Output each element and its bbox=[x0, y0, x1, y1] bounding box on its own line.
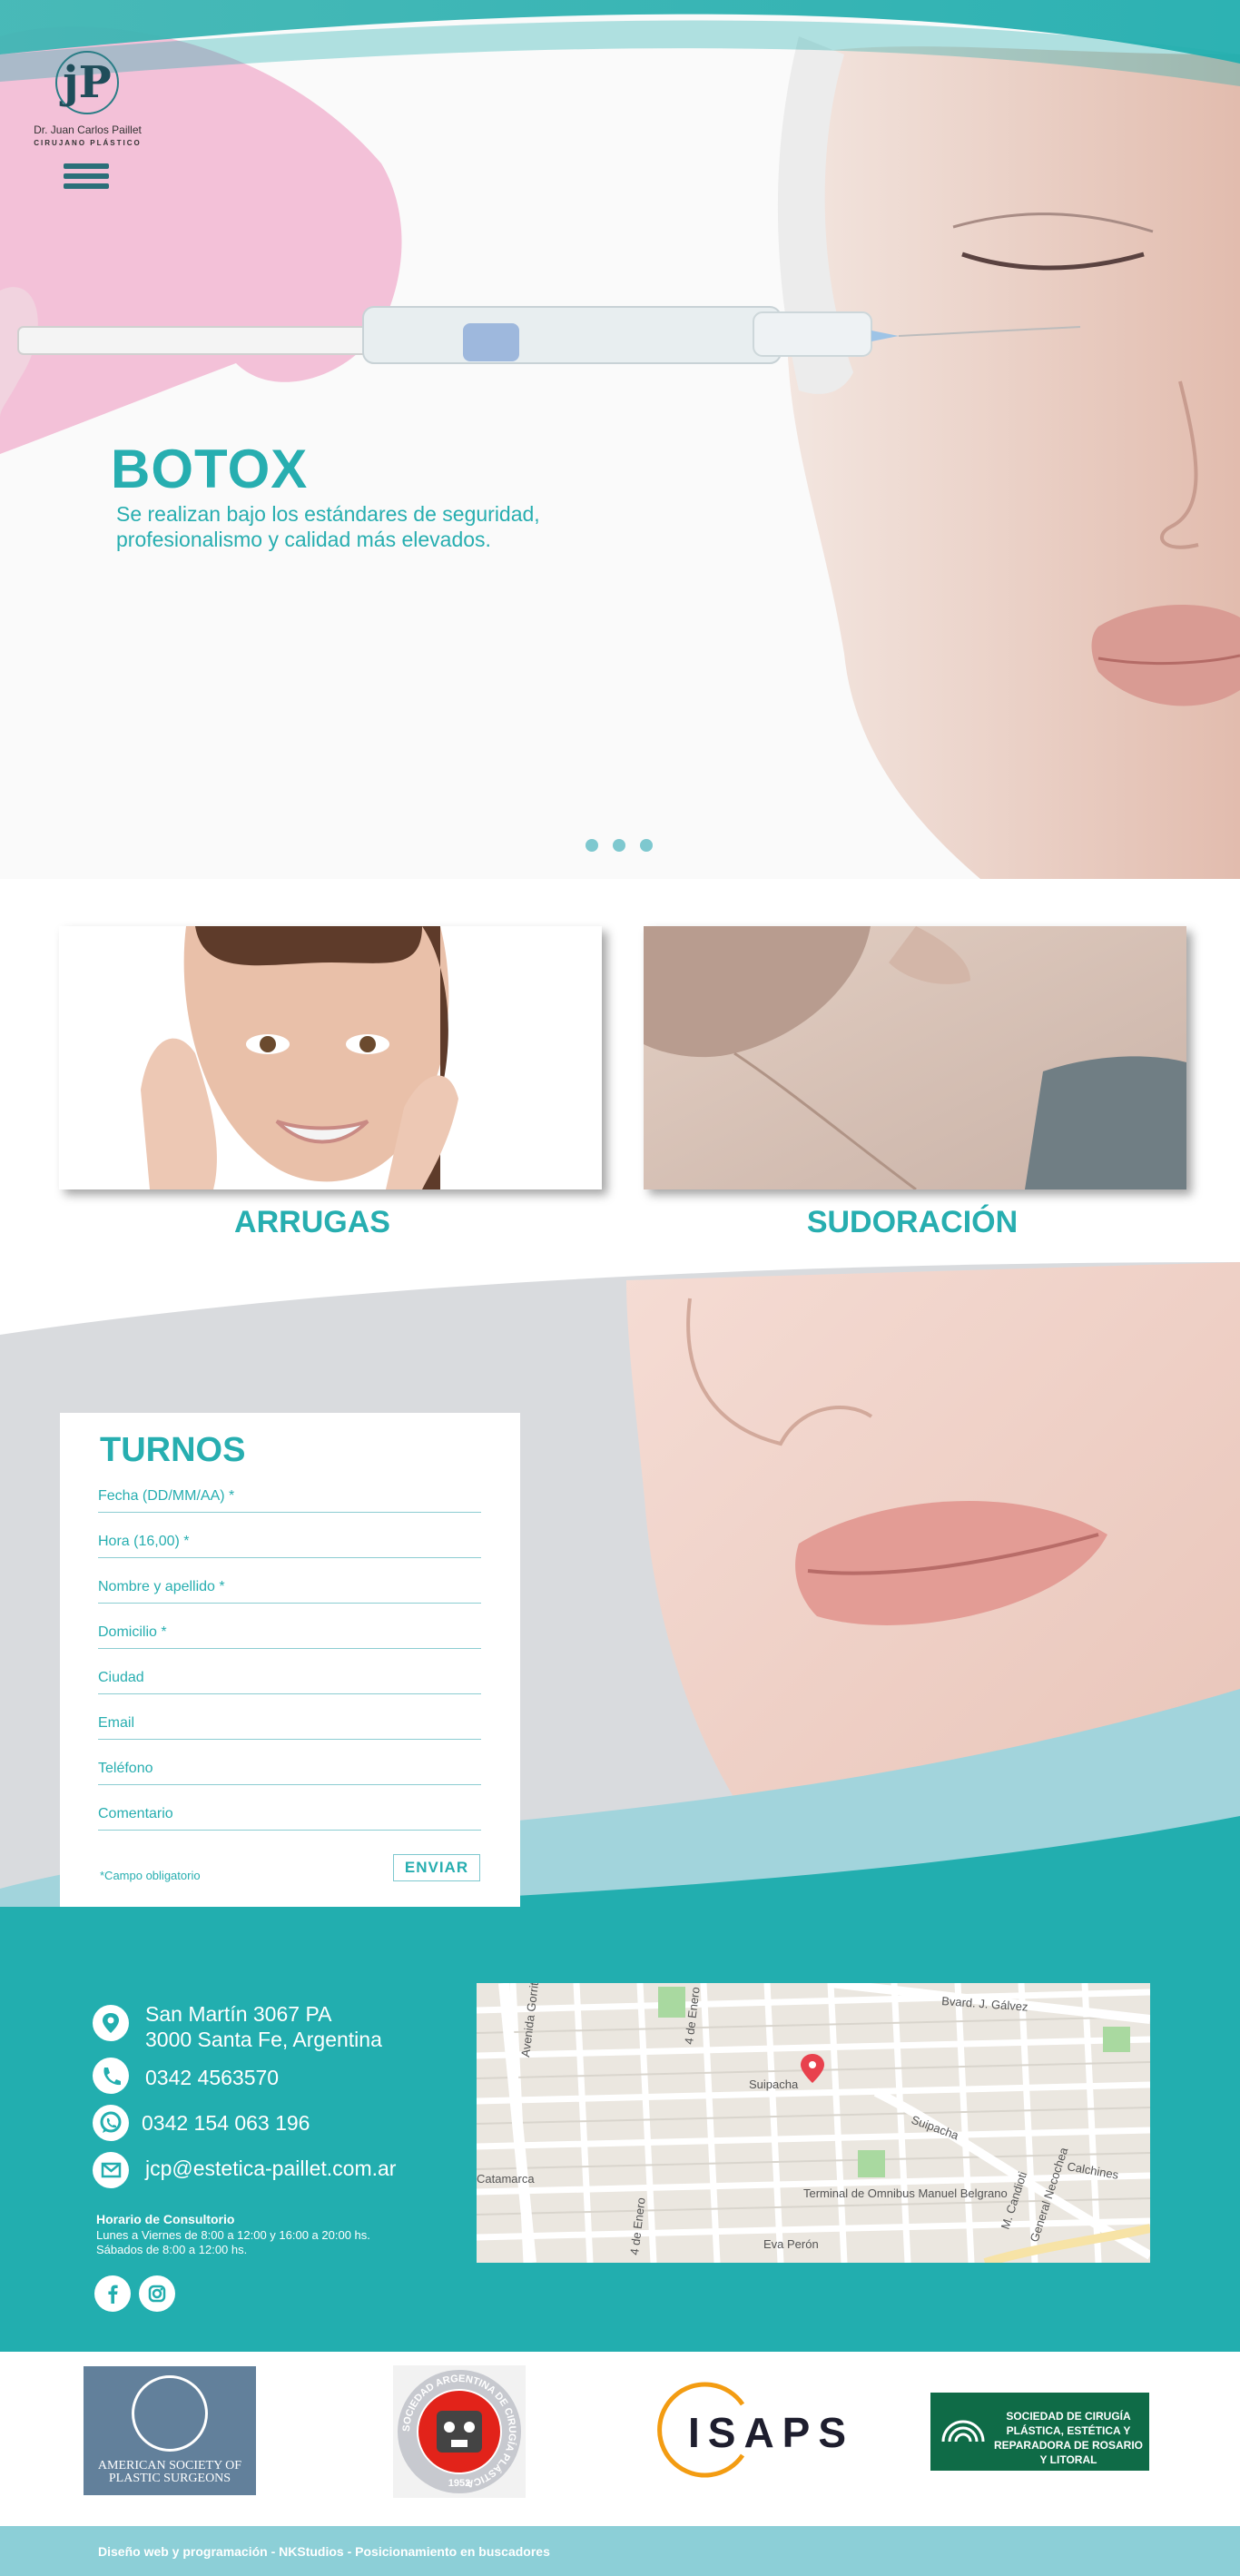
sacp-logo[interactable]: SOCIEDAD ARGENTINA DE CIRUGÍA PLÁSTICA 1… bbox=[393, 2365, 526, 2498]
name-field-wrap bbox=[98, 1558, 481, 1604]
service-card-sudoracion[interactable] bbox=[644, 926, 1186, 1189]
map-label-suipacha-1: Suipacha bbox=[749, 2078, 799, 2091]
asps-ring-icon bbox=[132, 2375, 208, 2452]
comment-input[interactable] bbox=[98, 1806, 481, 1822]
slider-pagination bbox=[586, 839, 653, 852]
phone-field-wrap bbox=[98, 1740, 481, 1785]
logo-monogram: jP bbox=[55, 51, 119, 114]
map-tiles: Avenida Gorriti 4 de Enero Suipacha Suip… bbox=[477, 1983, 1150, 2263]
address-field-wrap bbox=[98, 1604, 481, 1649]
logo-subtitle: CIRUJANO PLÁSTICO bbox=[34, 139, 142, 147]
isaps-logo[interactable]: ISAPS bbox=[652, 2379, 846, 2481]
slide-dot-3[interactable] bbox=[640, 839, 653, 852]
address-input[interactable] bbox=[98, 1624, 481, 1641]
time-input[interactable] bbox=[98, 1534, 481, 1550]
asps-logo[interactable]: AMERICAN SOCIETY OF PLASTIC SURGEONS bbox=[84, 2366, 256, 2495]
time-field-wrap bbox=[98, 1513, 481, 1558]
instagram-icon[interactable] bbox=[139, 2275, 175, 2312]
menu-icon[interactable] bbox=[64, 163, 109, 194]
whatsapp-number[interactable]: 0342 154 063 196 bbox=[142, 2110, 310, 2136]
scp-label: SOCIEDAD DE CIRUGÍA PLÁSTICA, ESTÉTICA Y… bbox=[993, 2410, 1143, 2466]
city-input[interactable] bbox=[98, 1670, 481, 1686]
submit-button[interactable]: ENVIAR bbox=[393, 1854, 480, 1881]
location-map[interactable]: Avenida Gorriti 4 de Enero Suipacha Suip… bbox=[477, 1983, 1150, 2263]
city-field-wrap bbox=[98, 1649, 481, 1694]
whatsapp-icon bbox=[93, 2105, 129, 2141]
email-input[interactable] bbox=[98, 1715, 481, 1732]
sacp-seal-icon: SOCIEDAD ARGENTINA DE CIRUGÍA PLÁSTICA 1… bbox=[398, 2370, 521, 2493]
hero-title: BOTOX bbox=[111, 439, 309, 499]
date-input[interactable] bbox=[98, 1488, 481, 1505]
footer-credits[interactable]: Diseño web y programación - NKStudios - … bbox=[98, 2544, 550, 2559]
map-label-terminal: Terminal de Omnibus Manuel Belgrano bbox=[803, 2186, 1008, 2200]
facebook-icon[interactable] bbox=[94, 2275, 131, 2312]
sudoracion-image bbox=[644, 926, 1186, 1189]
asps-label: AMERICAN SOCIETY OF PLASTIC SURGEONS bbox=[97, 2459, 242, 2485]
slide-dot-1[interactable] bbox=[586, 839, 598, 852]
address-line-2: 3000 Santa Fe, Argentina bbox=[145, 2028, 382, 2051]
site-footer: Diseño web y programación - NKStudios - … bbox=[0, 2526, 1240, 2576]
service-card-arrugas[interactable] bbox=[59, 926, 602, 1189]
service-title-arrugas[interactable]: ARRUGAS bbox=[41, 1205, 584, 1240]
scp-arc-icon bbox=[941, 2420, 985, 2443]
date-field-wrap bbox=[98, 1467, 481, 1513]
hero-slider: jP Dr. Juan Carlos Paillet CIRUJANO PLÁS… bbox=[0, 0, 1240, 879]
hours-weekdays: Lunes a Viernes de 8:00 a 12:00 y 16:00 … bbox=[96, 2228, 370, 2242]
appointment-form: TURNOS *Campo obligatorio ENVIAR bbox=[60, 1413, 520, 1910]
slide-dot-2[interactable] bbox=[613, 839, 625, 852]
hours-saturday: Sábados de 8:00 a 12:00 hs. bbox=[96, 2243, 248, 2256]
comment-field-wrap bbox=[98, 1785, 481, 1831]
location-pin-icon bbox=[93, 2005, 129, 2041]
name-input[interactable] bbox=[98, 1579, 481, 1595]
address-line-1: San Martín 3067 PA bbox=[145, 2002, 332, 2026]
map-label-eva-peron: Eva Perón bbox=[763, 2237, 819, 2251]
email-icon bbox=[93, 2152, 129, 2188]
form-title: TURNOS bbox=[100, 1431, 246, 1469]
site-logo[interactable]: jP Dr. Juan Carlos Paillet CIRUJANO PLÁS… bbox=[22, 51, 153, 158]
phone-icon bbox=[93, 2058, 129, 2094]
isaps-label: ISAPS bbox=[688, 2409, 855, 2456]
phone-input[interactable] bbox=[98, 1761, 481, 1777]
hours-title: Horario de Consultorio bbox=[96, 2212, 235, 2226]
map-label-catamarca: Catamarca bbox=[477, 2172, 535, 2186]
email-address[interactable]: jcp@estetica-paillet.com.ar bbox=[145, 2156, 396, 2181]
service-title-sudoracion[interactable]: SUDORACIÓN bbox=[641, 1205, 1184, 1240]
page: jP Dr. Juan Carlos Paillet CIRUJANO PLÁS… bbox=[0, 0, 1240, 2576]
phone-number[interactable]: 0342 4563570 bbox=[145, 2065, 279, 2090]
required-note: *Campo obligatorio bbox=[100, 1869, 201, 1882]
sacp-year: 1952 bbox=[448, 2478, 470, 2489]
hours-text: Lunes a Viernes de 8:00 a 12:00 y 16:00 … bbox=[96, 2228, 370, 2257]
logo-name: Dr. Juan Carlos Paillet bbox=[34, 123, 142, 136]
email-field-wrap bbox=[98, 1694, 481, 1740]
hero-lead: Se realizan bajo los estándares de segur… bbox=[116, 502, 540, 551]
arrugas-image bbox=[59, 926, 602, 1189]
scp-rosario-logo[interactable]: SOCIEDAD DE CIRUGÍA PLÁSTICA, ESTÉTICA Y… bbox=[930, 2393, 1149, 2471]
